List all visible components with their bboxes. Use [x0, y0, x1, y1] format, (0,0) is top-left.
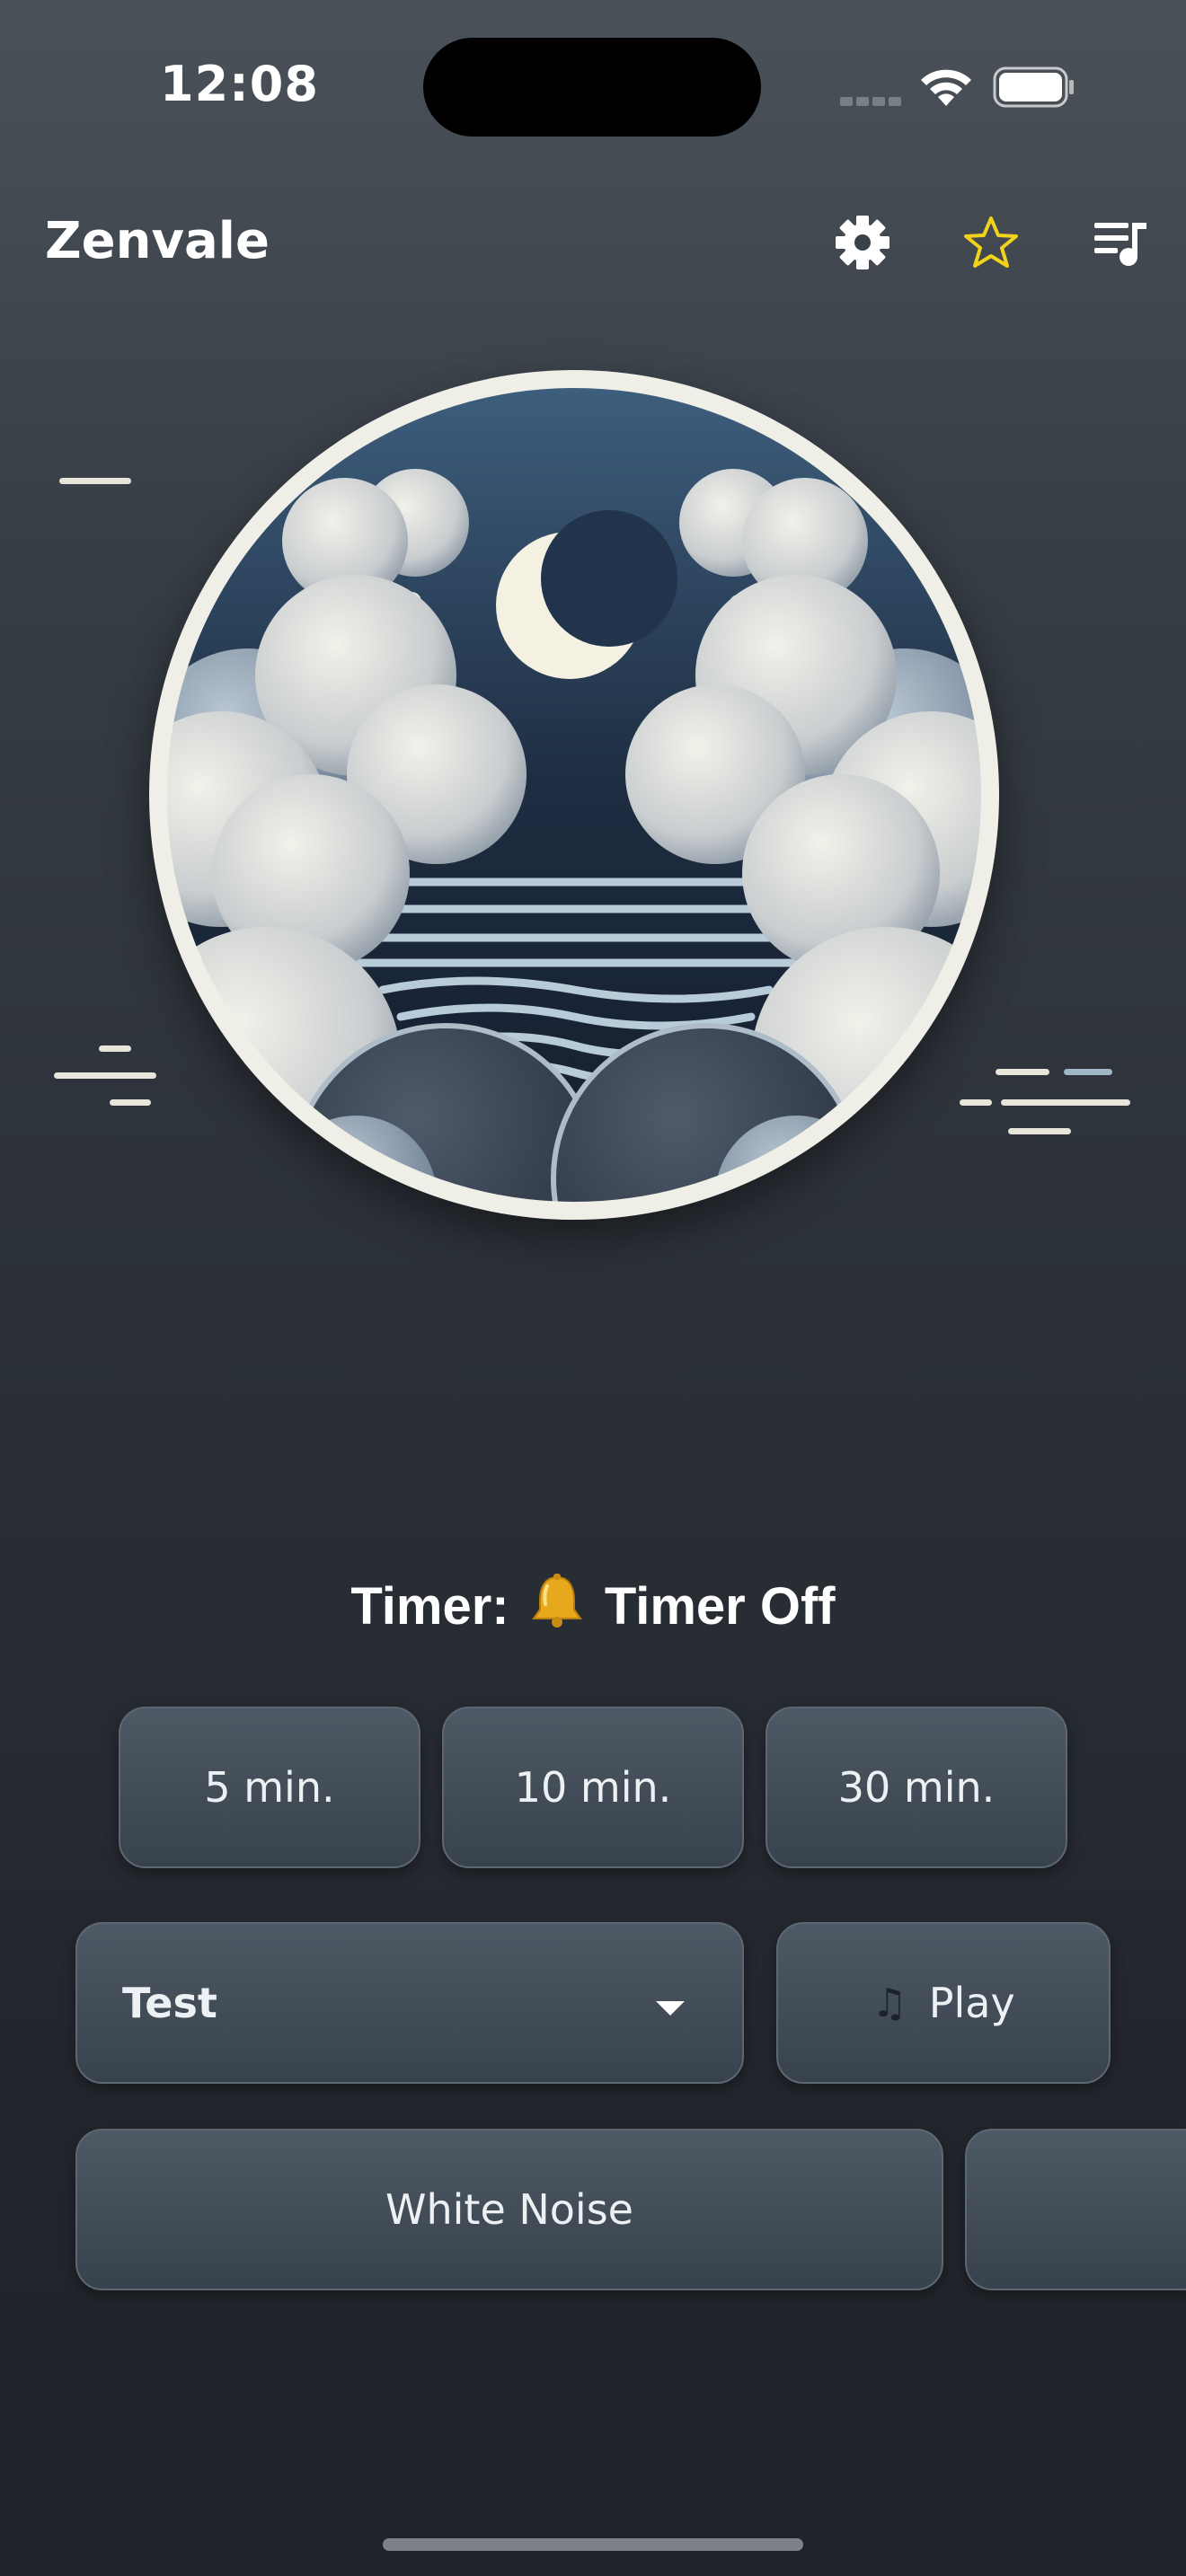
sound-chip-next[interactable] [965, 2129, 1186, 2290]
sound-chip-white-noise[interactable]: White Noise [75, 2129, 943, 2290]
app-title: Zenvale [45, 212, 270, 270]
wifi-icon [918, 63, 974, 111]
timer-option-label: 5 min. [204, 1763, 335, 1812]
sound-select-dropdown[interactable]: Test [75, 1922, 744, 2084]
play-button[interactable]: ♫ Play [776, 1922, 1111, 2084]
playlist-icon [1094, 223, 1146, 266]
timer-30-min-button[interactable]: 30 min. [766, 1707, 1067, 1868]
settings-button[interactable] [827, 207, 898, 278]
cellular-signal-icon [840, 90, 901, 106]
music-note-icon: ♫ [872, 1980, 907, 2026]
gear-icon [836, 216, 890, 269]
timer-option-label: 30 min. [837, 1763, 996, 1812]
star-icon [964, 216, 1018, 268]
home-indicator[interactable] [383, 2538, 803, 2551]
timer-option-label: 10 min. [514, 1763, 672, 1812]
sound-select-value: Test [122, 1979, 217, 2027]
sound-chip-label: White Noise [385, 2185, 633, 2234]
play-label: Play [928, 1979, 1015, 2027]
timer-10-min-button[interactable]: 10 min. [442, 1707, 744, 1868]
bell-icon [531, 1574, 583, 1642]
timer-5-min-button[interactable]: 5 min. [119, 1707, 420, 1868]
playlist-button[interactable] [1085, 207, 1157, 278]
dynamic-island [423, 38, 761, 137]
timer-status: Timer: Timer Off [0, 1574, 1186, 1642]
timer-prefix: Timer: [350, 1577, 509, 1636]
timer-value: Timer Off [604, 1577, 836, 1636]
moon-clouds-sea-artwork [149, 370, 999, 1220]
battery-icon [993, 66, 1075, 111]
caret-down-icon [656, 2001, 685, 2016]
favorite-button[interactable] [955, 207, 1027, 278]
status-time: 12:08 [160, 56, 319, 112]
wind-lines-decoration [59, 478, 131, 484]
